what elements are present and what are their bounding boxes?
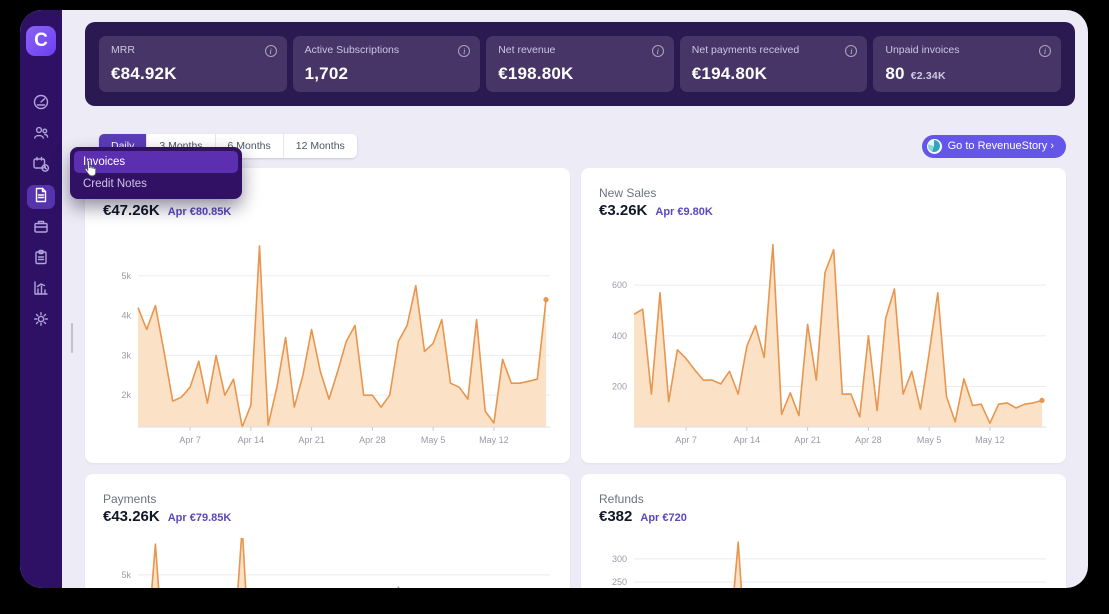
- sidebar-item-settings[interactable]: [27, 309, 55, 333]
- chart-card-refunds: Refunds €382 Apr €720 200250300Apr 7Apr …: [581, 474, 1066, 588]
- chargebee-logo[interactable]: C: [26, 26, 56, 56]
- kpi-card-unpaid-invoices: Unpaid invoices i 80 €2.34K: [873, 36, 1061, 92]
- kpi-label: Active Subscriptions: [305, 44, 415, 57]
- svg-text:600: 600: [612, 280, 627, 290]
- svg-text:Apr 7: Apr 7: [675, 435, 697, 445]
- svg-text:4k: 4k: [121, 311, 131, 321]
- svg-text:Apr 28: Apr 28: [359, 435, 386, 445]
- sidebar-item-dashboard[interactable]: [27, 92, 55, 116]
- sidebar-item-products[interactable]: [27, 216, 55, 240]
- revenuestory-label: Go to RevenueStory ›: [948, 140, 1054, 152]
- info-icon[interactable]: i: [845, 45, 857, 57]
- kpi-value: 80 €2.34K: [885, 64, 945, 84]
- bar-chart-icon: [32, 279, 50, 302]
- sidebar-item-invoices[interactable]: [27, 185, 55, 209]
- chart-month-value: Apr €79.85K: [168, 512, 232, 524]
- svg-text:200: 200: [612, 381, 627, 391]
- kpi-label: Unpaid invoices: [885, 44, 995, 57]
- svg-text:Apr 21: Apr 21: [298, 435, 325, 445]
- briefcase-icon: [32, 217, 50, 240]
- app-window: C: [20, 10, 1088, 588]
- svg-text:May 12: May 12: [975, 435, 1005, 445]
- svg-text:May 5: May 5: [917, 435, 942, 445]
- chart-card-invoices: €47.26K Apr €80.85K 2k 3k 4k 5k Apr 7 Apr 14 A…: [85, 168, 570, 463]
- kpi-card-net-payments: Net payments received i €194.80K: [680, 36, 868, 92]
- svg-text:250: 250: [612, 577, 627, 587]
- chart-total-value: €47.26K: [103, 202, 160, 219]
- kpi-card-net-revenue: Net revenue i €198.80K: [486, 36, 674, 92]
- svg-text:Apr 28: Apr 28: [855, 435, 882, 445]
- calendar-clock-icon: [32, 155, 50, 178]
- svg-text:Apr 7: Apr 7: [179, 435, 201, 445]
- customers-icon: [32, 124, 50, 147]
- svg-text:Apr 14: Apr 14: [734, 435, 761, 445]
- chart-total-value: €43.26K: [103, 508, 160, 525]
- sidebar-item-subscriptions[interactable]: [27, 154, 55, 178]
- sidebar-item-customers[interactable]: [27, 123, 55, 147]
- kpi-bar: MRR i €84.92K Active Subscriptions i 1,7…: [85, 22, 1075, 106]
- svg-text:300: 300: [612, 554, 627, 564]
- sidebar: C: [20, 10, 62, 588]
- invoice-doc-icon: [32, 186, 50, 209]
- new-sales-area-chart: 200 400 600 Apr 7 Apr 14 Apr 21 Apr 28 May 5 May…: [599, 232, 1048, 459]
- info-icon[interactable]: i: [265, 45, 277, 57]
- chart-month-value: Apr €720: [640, 512, 686, 524]
- info-icon[interactable]: i: [1039, 45, 1051, 57]
- clipboard-icon: [32, 248, 50, 271]
- svg-text:May 5: May 5: [421, 435, 446, 445]
- dashboard-icon: [32, 93, 50, 116]
- charts-grid: €47.26K Apr €80.85K 2k 3k 4k 5k Apr 7 Apr 14 A…: [85, 168, 1066, 588]
- svg-text:2k: 2k: [121, 390, 131, 400]
- tab-12-months[interactable]: 12 Months: [284, 134, 357, 158]
- menu-item-invoices[interactable]: Invoices: [74, 151, 238, 173]
- kpi-label: Net revenue: [498, 44, 608, 57]
- svg-text:3k: 3k: [121, 350, 131, 360]
- kpi-label: Net payments received: [692, 44, 802, 57]
- scroll-indicator[interactable]: [71, 323, 73, 353]
- kpi-value: €84.92K: [111, 64, 177, 84]
- kpi-value: €194.80K: [692, 64, 767, 84]
- chart-month-value: Apr €9.80K: [655, 206, 712, 218]
- kpi-value: €198.80K: [498, 64, 573, 84]
- gear-icon: [32, 310, 50, 333]
- svg-text:Apr 21: Apr 21: [794, 435, 821, 445]
- refunds-area-chart: 200250300Apr 7Apr 14Apr 21Apr 28May 5May…: [599, 538, 1048, 588]
- payments-area-chart: 2k3k4k5kApr 7Apr 14Apr 21Apr 28May 5May …: [103, 538, 552, 588]
- invoices-area-chart: 2k 3k 4k 5k Apr 7 Apr 14 Apr 21 Apr 28 May 5 May …: [103, 232, 552, 459]
- chart-total-value: €3.26K: [599, 202, 647, 219]
- main-content: MRR i €84.92K Active Subscriptions i 1,7…: [62, 10, 1088, 588]
- revenuestory-icon: [927, 139, 942, 154]
- menu-item-credit-notes[interactable]: Credit Notes: [74, 173, 238, 195]
- chart-total-value: €382: [599, 508, 632, 525]
- chart-title: Payments: [103, 492, 552, 506]
- svg-text:Apr 14: Apr 14: [238, 435, 265, 445]
- kpi-card-mrr: MRR i €84.92K: [99, 36, 287, 92]
- svg-text:400: 400: [612, 331, 627, 341]
- kpi-label: MRR: [111, 44, 221, 57]
- mouse-cursor-hand: [82, 160, 98, 183]
- chart-title: New Sales: [599, 186, 1048, 200]
- chart-card-new-sales: New Sales €3.26K Apr €9.80K 200 400 600 Apr…: [581, 168, 1066, 463]
- sidebar-item-checkout[interactable]: [27, 247, 55, 271]
- kpi-value: 1,702: [305, 64, 349, 84]
- kpi-sub-value: €2.34K: [911, 70, 946, 82]
- go-to-revenuestory-button[interactable]: Go to RevenueStory ›: [922, 135, 1066, 158]
- kpi-card-active-subscriptions: Active Subscriptions i 1,702: [293, 36, 481, 92]
- screenshot-stage: C: [0, 0, 1109, 614]
- chart-title: Refunds: [599, 492, 1048, 506]
- chart-month-value: Apr €80.85K: [168, 206, 232, 218]
- info-icon[interactable]: i: [652, 45, 664, 57]
- svg-text:5k: 5k: [121, 271, 131, 281]
- info-icon[interactable]: i: [458, 45, 470, 57]
- svg-text:5k: 5k: [121, 570, 131, 580]
- sidebar-item-reports[interactable]: [27, 278, 55, 302]
- sidebar-nav: [27, 92, 55, 333]
- chart-card-payments: Payments €43.26K Apr €79.85K 2k3k4k5kApr…: [85, 474, 570, 588]
- svg-text:May 12: May 12: [479, 435, 509, 445]
